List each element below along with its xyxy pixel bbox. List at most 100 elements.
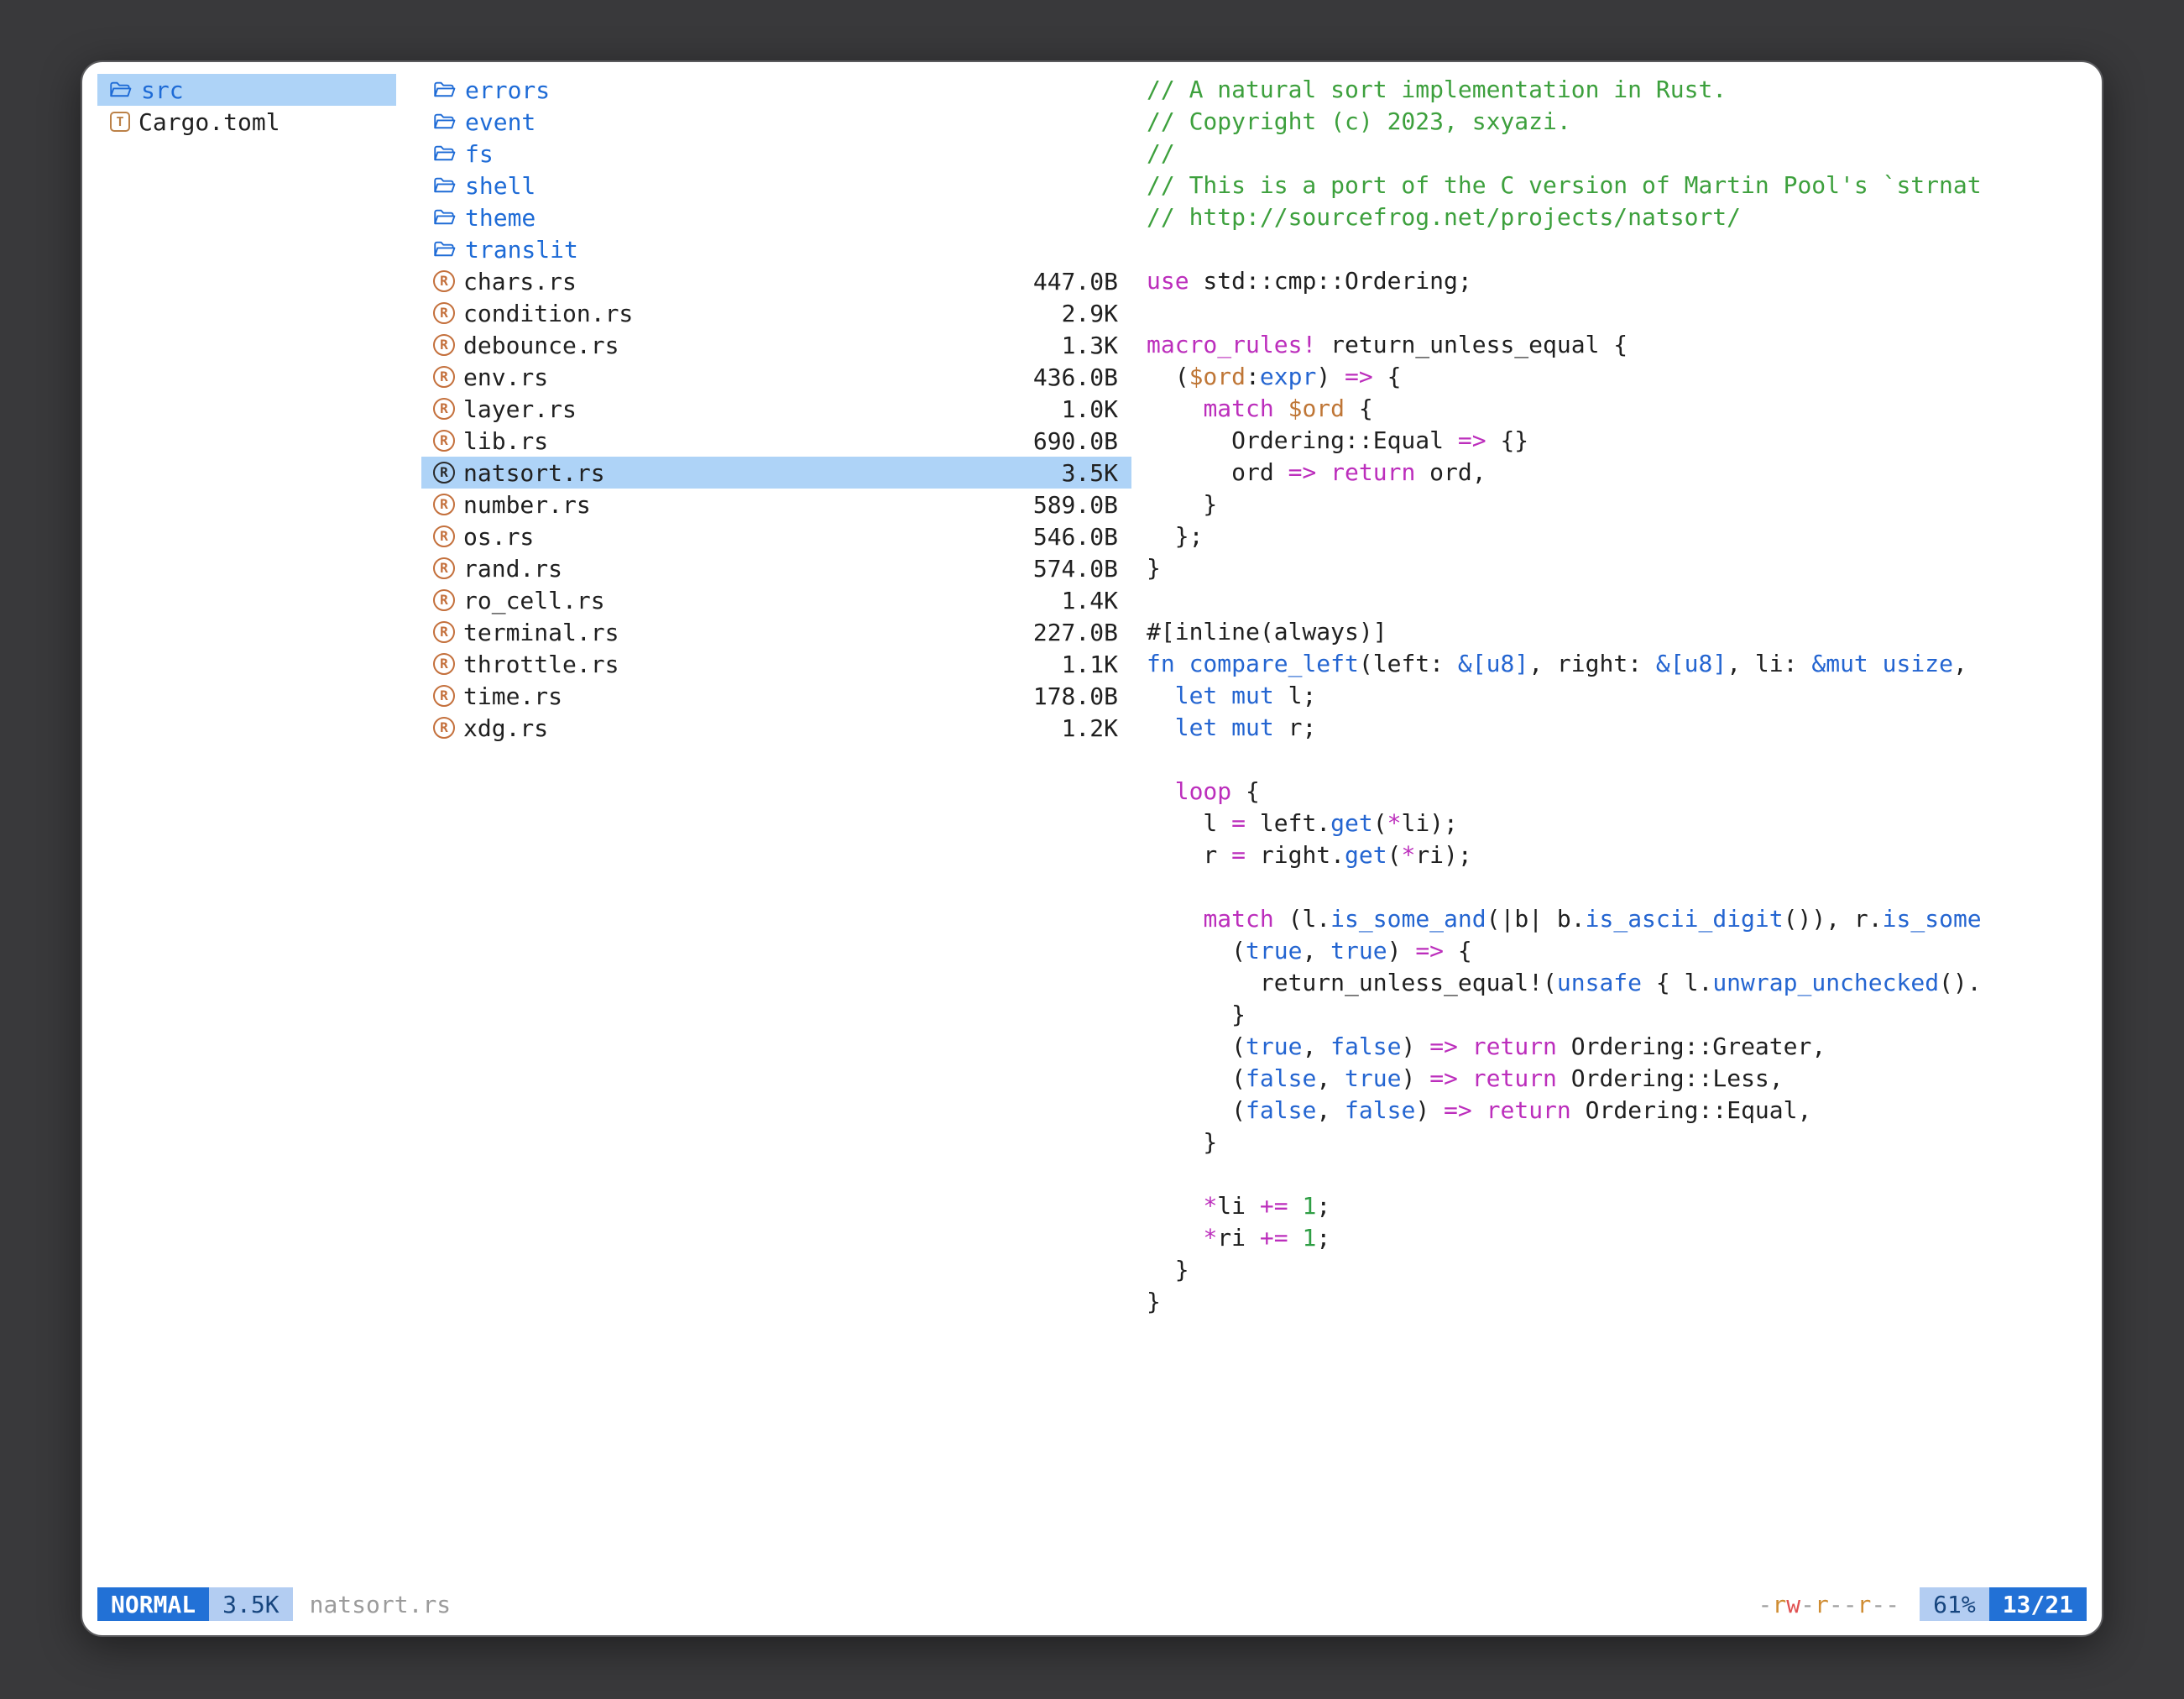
code-line: } bbox=[1147, 489, 2090, 520]
code-line: // Copyright (c) 2023, sxyazi. bbox=[1147, 106, 2090, 138]
file-name: xdg.rs bbox=[463, 714, 548, 742]
folder-icon bbox=[431, 173, 457, 198]
permissions: -rw-r--r-- bbox=[1758, 1591, 1900, 1618]
file-name: chars.rs bbox=[463, 268, 577, 295]
file-row[interactable]: TCargo.toml bbox=[97, 106, 396, 138]
code-line: // This is a port of the C version of Ma… bbox=[1147, 170, 2090, 201]
folder-icon bbox=[431, 109, 457, 134]
code-line: ord => return ord, bbox=[1147, 457, 2090, 489]
code-line: } bbox=[1147, 552, 2090, 584]
file-name: theme bbox=[465, 204, 536, 232]
file-row[interactable]: Rdebounce.rs1.3K bbox=[421, 329, 1131, 361]
rust-icon: R bbox=[433, 334, 455, 356]
code-line: } bbox=[1147, 999, 2090, 1031]
rust-icon: R bbox=[433, 302, 455, 324]
file-size: 3.5K bbox=[1062, 459, 1118, 487]
file-row[interactable]: Rnatsort.rs 3.5K bbox=[421, 457, 1131, 489]
folder-icon bbox=[431, 141, 457, 166]
code-line: (true, true) => { bbox=[1147, 935, 2090, 967]
code-line: fn compare_left(left: &[u8], right: &[u8… bbox=[1147, 648, 2090, 680]
status-bar: NORMAL 3.5K natsort.rs -rw-r--r-- 61% 13… bbox=[97, 1587, 2087, 1622]
file-name: condition.rs bbox=[463, 300, 633, 327]
file-name: rand.rs bbox=[463, 555, 562, 583]
code-line: (false, false) => return Ordering::Equal… bbox=[1147, 1095, 2090, 1127]
percent-badge: 61% bbox=[1920, 1587, 1989, 1621]
code-line: } bbox=[1147, 1254, 2090, 1286]
rust-icon: R bbox=[433, 589, 455, 611]
file-size: 178.0B bbox=[1033, 682, 1118, 710]
file-row[interactable]: Rnumber.rs 589.0B bbox=[421, 489, 1131, 520]
file-name: ro_cell.rs bbox=[463, 587, 605, 614]
file-row[interactable]: src bbox=[97, 74, 396, 106]
file-size: 436.0B bbox=[1033, 363, 1118, 391]
file-row[interactable]: Ros.rs546.0B bbox=[421, 520, 1131, 552]
current-pane: errorsevent fs shell themetranslit Rchars.rs… bbox=[421, 74, 1131, 744]
code-line bbox=[1147, 1158, 2090, 1190]
folder-icon bbox=[431, 205, 457, 230]
file-row[interactable]: shell bbox=[421, 170, 1131, 201]
file-size: 546.0B bbox=[1033, 523, 1118, 551]
file-size: 447.0B bbox=[1033, 268, 1118, 295]
file-name: shell bbox=[465, 172, 536, 200]
code-line: } bbox=[1147, 1286, 2090, 1318]
code-line bbox=[1147, 297, 2090, 329]
rust-icon: R bbox=[433, 685, 455, 707]
code-line: #[inline(always)] bbox=[1147, 616, 2090, 648]
code-line: *ri += 1; bbox=[1147, 1222, 2090, 1254]
rust-icon: R bbox=[433, 653, 455, 675]
file-row[interactable]: Rthrottle.rs1.1K bbox=[421, 648, 1131, 680]
code-line: match $ord { bbox=[1147, 393, 2090, 425]
file-row[interactable]: translit bbox=[421, 233, 1131, 265]
file-size: 690.0B bbox=[1033, 427, 1118, 455]
file-row[interactable]: Rtime.rs178.0B bbox=[421, 680, 1131, 712]
code-line bbox=[1147, 871, 2090, 903]
file-row[interactable]: theme bbox=[421, 201, 1131, 233]
file-row[interactable]: Rxdg.rs 1.2K bbox=[421, 712, 1131, 744]
file-row[interactable]: Rlib.rs690.0B bbox=[421, 425, 1131, 457]
code-line: r = right.get(*ri); bbox=[1147, 839, 2090, 871]
code-line: match (l.is_some_and(|b| b.is_ascii_digi… bbox=[1147, 903, 2090, 935]
code-line: l = left.get(*li); bbox=[1147, 808, 2090, 839]
rust-icon: R bbox=[433, 494, 455, 515]
rust-icon: R bbox=[433, 430, 455, 452]
file-row[interactable]: Rterminal.rs227.0B bbox=[421, 616, 1131, 648]
status-filename: natsort.rs bbox=[310, 1591, 452, 1618]
file-size: 1.0K bbox=[1062, 395, 1118, 423]
file-size: 589.0B bbox=[1033, 491, 1118, 519]
file-name: event bbox=[465, 108, 536, 136]
file-row[interactable]: fs bbox=[421, 138, 1131, 170]
code-line: // A natural sort implementation in Rust… bbox=[1147, 74, 2090, 106]
yazi-window: srcTCargo.toml errorsevent fs shell themetr… bbox=[81, 60, 2103, 1637]
file-row[interactable]: Rro_cell.rs1.4K bbox=[421, 584, 1131, 616]
file-row[interactable]: Rrand.rs574.0B bbox=[421, 552, 1131, 584]
folder-icon bbox=[107, 77, 133, 102]
file-size: 227.0B bbox=[1033, 619, 1118, 646]
file-row[interactable]: event bbox=[421, 106, 1131, 138]
rust-icon: R bbox=[433, 398, 455, 420]
file-name: debounce.rs bbox=[463, 332, 619, 359]
file-name: throttle.rs bbox=[463, 651, 619, 678]
file-name: natsort.rs bbox=[463, 459, 605, 487]
code-line: *li += 1; bbox=[1147, 1190, 2090, 1222]
folder-icon bbox=[431, 237, 457, 262]
code-line: let mut l; bbox=[1147, 680, 2090, 712]
code-line bbox=[1147, 584, 2090, 616]
file-row[interactable]: errors bbox=[421, 74, 1131, 106]
file-name: Cargo.toml bbox=[138, 108, 280, 136]
mode-badge: NORMAL bbox=[97, 1587, 209, 1621]
file-name: fs bbox=[465, 140, 494, 168]
rust-icon: R bbox=[433, 717, 455, 739]
file-size: 1.2K bbox=[1062, 714, 1118, 742]
code-line: }; bbox=[1147, 520, 2090, 552]
file-name: number.rs bbox=[463, 491, 591, 519]
file-row[interactable]: Rchars.rs447.0B bbox=[421, 265, 1131, 297]
file-row[interactable]: Rlayer.rs1.0K bbox=[421, 393, 1131, 425]
file-row[interactable]: Renv.rs436.0B bbox=[421, 361, 1131, 393]
rust-icon: R bbox=[433, 462, 455, 484]
file-name: os.rs bbox=[463, 523, 534, 551]
rust-icon: R bbox=[433, 366, 455, 388]
preview-pane: // A natural sort implementation in Rust… bbox=[1147, 74, 2090, 1555]
code-line: } bbox=[1147, 1127, 2090, 1158]
file-size: 2.9K bbox=[1062, 300, 1118, 327]
file-row[interactable]: Rcondition.rs 2.9K bbox=[421, 297, 1131, 329]
